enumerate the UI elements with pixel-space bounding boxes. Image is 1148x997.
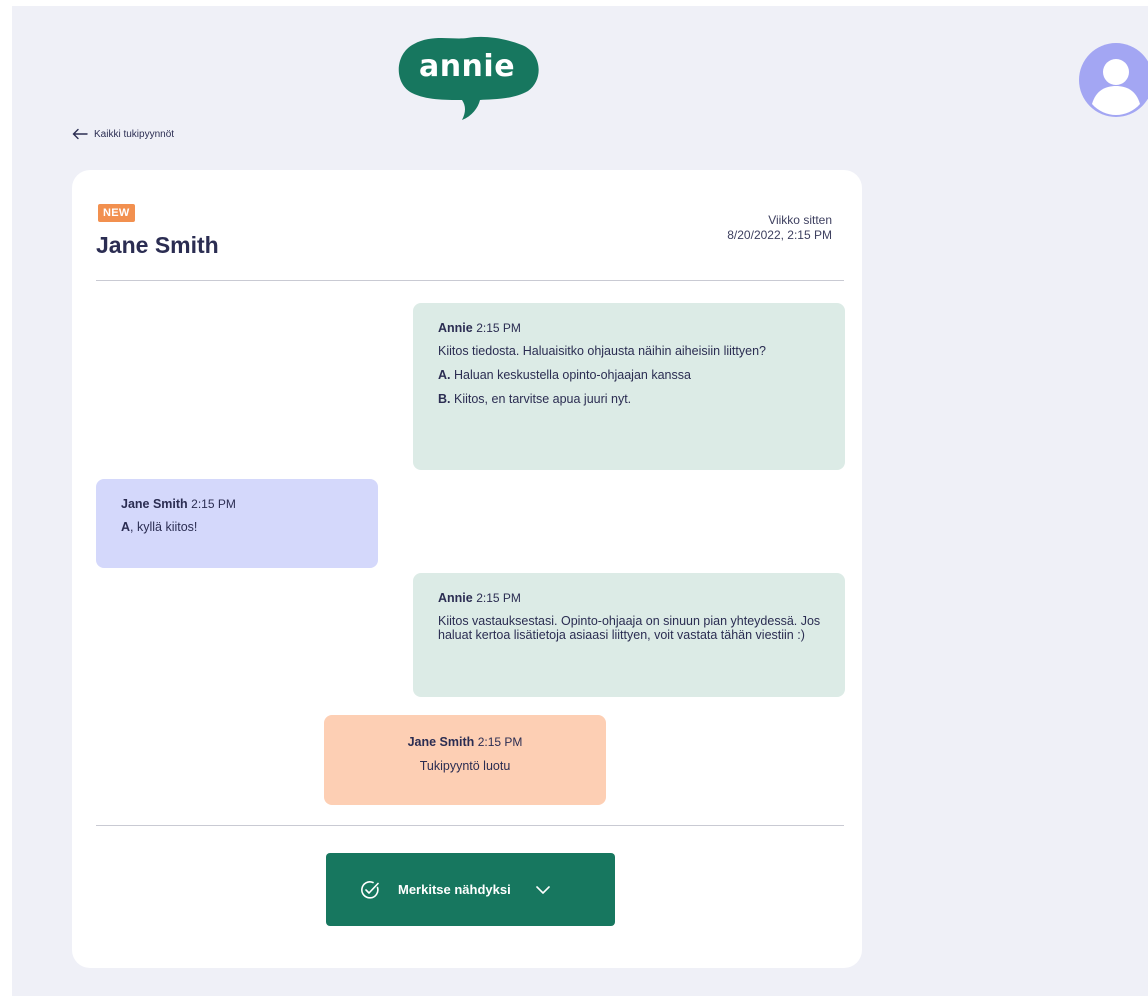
message-sender: Annie bbox=[438, 591, 473, 605]
option-text: Haluan keskustella opinto-ohjaajan kanss… bbox=[453, 368, 691, 382]
message-option-b: B. Kiitos, en tarvitse apua juuri nyt. bbox=[438, 392, 821, 406]
message-header: Annie 2:15 PM bbox=[438, 321, 821, 335]
chevron-down-icon[interactable] bbox=[535, 885, 551, 895]
message-time: 2:15 PM bbox=[476, 591, 521, 605]
message-sender: Jane Smith bbox=[407, 735, 475, 749]
answer-text: , kyllä kiitos! bbox=[130, 520, 198, 534]
mark-seen-button[interactable]: Merkitse nähdyksi bbox=[326, 853, 615, 926]
logo-text: annie bbox=[418, 49, 516, 84]
message-text: Kiitos tiedosta. Haluaisitko ohjausta nä… bbox=[438, 344, 766, 358]
ticket-card: NEW Jane Smith Viikko sitten 8/20/2022, … bbox=[72, 170, 862, 968]
check-circle-icon bbox=[361, 880, 379, 899]
message-sender: Annie bbox=[438, 321, 473, 335]
back-link-label: Kaikki tukipyynnöt bbox=[94, 128, 175, 140]
message-option-a: A. Haluan keskustella opinto-ohjaajan ka… bbox=[438, 368, 821, 382]
system-message-bubble: Jane Smith 2:15 PM Tukipyyntö luotu bbox=[324, 715, 606, 805]
option-key: A. bbox=[438, 368, 451, 382]
message-bubble-jane-1: Jane Smith 2:15 PM A, kyllä kiitos! bbox=[96, 479, 378, 568]
message-header: Annie 2:15 PM bbox=[438, 591, 821, 605]
option-key: B. bbox=[438, 392, 451, 406]
message-bubble-annie-1: Annie 2:15 PM Kiitos tiedosta. Haluaisit… bbox=[413, 303, 845, 470]
absolute-time: 8/20/2022, 2:15 PM bbox=[727, 228, 832, 242]
requester-name: Jane Smith bbox=[96, 232, 219, 258]
message-header: Jane Smith 2:15 PM bbox=[334, 735, 596, 749]
answer-key: A bbox=[121, 520, 131, 534]
footer-divider bbox=[96, 825, 844, 826]
message-time: 2:15 PM bbox=[191, 497, 236, 511]
message-text: A, kyllä kiitos! bbox=[121, 520, 354, 534]
new-badge: NEW bbox=[98, 204, 135, 222]
ticket-timestamp: Viikko sitten 8/20/2022, 2:15 PM bbox=[727, 213, 832, 243]
back-link[interactable]: Kaikki tukipyynnöt bbox=[72, 128, 174, 140]
relative-time: Viikko sitten bbox=[768, 213, 832, 227]
message-sender: Jane Smith bbox=[121, 497, 188, 511]
user-avatar-icon bbox=[1079, 43, 1148, 117]
annie-logo[interactable]: annie bbox=[392, 36, 542, 122]
message-time: 2:15 PM bbox=[476, 321, 521, 335]
message-text: Tukipyyntö luotu bbox=[419, 759, 511, 773]
user-avatar[interactable] bbox=[1078, 42, 1148, 118]
arrow-left-icon bbox=[72, 128, 88, 140]
message-header: Jane Smith 2:15 PM bbox=[121, 497, 354, 511]
option-text: Kiitos, en tarvitse apua juuri nyt. bbox=[453, 392, 632, 406]
mark-seen-label: Merkitse nähdyksi bbox=[398, 882, 511, 897]
message-time: 2:15 PM bbox=[477, 735, 523, 749]
header-divider bbox=[96, 280, 844, 281]
message-bubble-annie-2: Annie 2:15 PM Kiitos vastauksestasi. Opi… bbox=[413, 573, 845, 697]
message-text: Kiitos vastauksestasi. Opinto-ohjaaja on… bbox=[438, 614, 821, 642]
